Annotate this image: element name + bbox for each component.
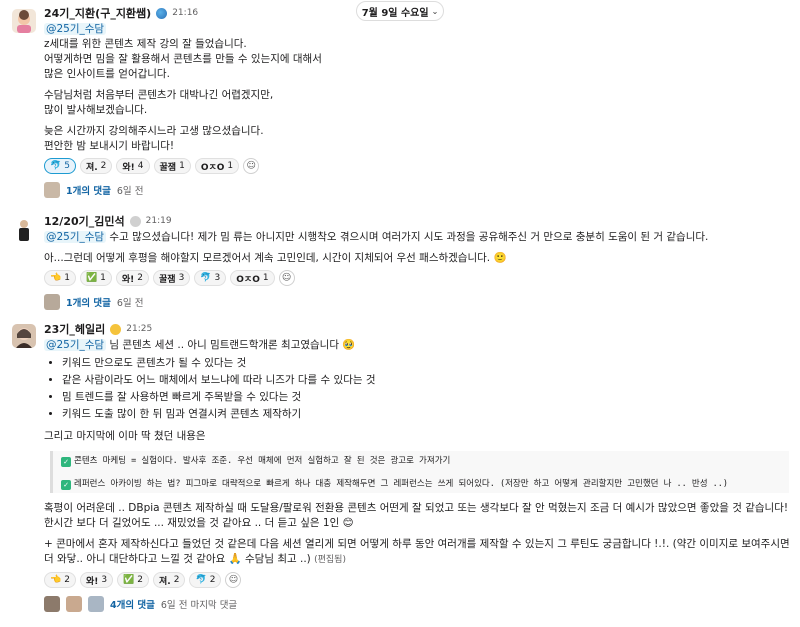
sender-name[interactable]: 12/20기_김민석 [44,213,125,229]
reaction-pill[interactable]: OㅈO 1 [194,158,240,174]
message-time[interactable]: 21:19 [146,216,172,226]
reaction-pill[interactable]: ✅ 1 [79,270,112,286]
reaction-pill[interactable]: 🐬 2 [189,572,222,588]
reaction-bar: 👈 1 ✅ 1 와! 2 꿀잼 3 🐬 3 OㅈO 1 ☺ [44,270,792,287]
avatar [66,596,82,612]
globe-icon [156,7,168,19]
status-icon [129,215,141,227]
add-reaction-icon[interactable]: ☺ [243,158,260,174]
message-text: 그리고 마지막에 이마 딱 쳤던 내용은 [44,430,206,442]
avatar[interactable] [12,324,36,348]
message-text: 수고 많으셨습니다! 제가 밈 류는 아니지만 시행착오 겪으시며 여러가지 시… [106,231,709,243]
reaction-pill[interactable]: 져. 2 [79,158,113,174]
reply-time: 6일 전 마지막 댓글 [160,600,238,611]
avatar[interactable] [12,9,36,33]
avatar[interactable] [12,217,36,241]
message-text: 더 와닿.. 아니 대단하다고 느낄 것 같아요 🙏 수담님 최고 ..) [44,553,311,565]
edited-label: (편집됨) [314,555,346,565]
reaction-pill[interactable]: ✅ 2 [117,572,150,588]
thread-replies[interactable]: 1개의 댓글 6일 전 [44,293,792,311]
reaction-bar: 🐬 5 져. 2 와! 4 꿀잼 1 OㅈO 1 ☺ [44,158,792,175]
reply-time: 6일 전 [116,298,144,309]
smile-status-icon [110,323,122,335]
list-item: 같은 사람이라도 어느 매체에서 보느냐에 따라 니즈가 다를 수 있다는 것 [62,372,792,389]
mention[interactable]: @25기_수담 [44,23,107,35]
reaction-bar: 👈 2 와! 3 ✅ 2 져. 2 🐬 2 ☺ [44,572,792,589]
reply-count[interactable]: 4개의 댓글 [110,597,155,611]
quote-line: 레퍼런스 아카이빙 하는 법? 피그마로 대략적으로 빠르게 하나 대충 제작해… [74,479,729,489]
message-text: 많이 발사해보겠습니다. [44,104,148,116]
sender-name[interactable]: 23기_헤일리 [44,321,105,337]
reaction-pill[interactable]: 져. 2 [153,572,186,588]
message-text: 아...그런데 어떻게 후평을 해야할지 모르겠어서 계속 고민인데, 시간이 … [44,252,507,264]
message-time[interactable]: 21:25 [126,324,152,334]
reply-time: 6일 전 [116,186,144,197]
code-block: ✓ 콘텐츠 마케팅 = 실험이다. 발사후 조준. 우선 매체에 먼저 실험하고 … [50,451,789,493]
message-text: z세대를 위한 콘텐츠 제작 강의 잘 들었습니다. [44,38,247,50]
reply-count[interactable]: 1개의 댓글 [66,183,111,197]
reaction-pill[interactable]: 🐬 5 [44,158,76,174]
message-text: 혹평이 어려운데 .. DBpia 콘텐츠 제작하실 때 도달용/팔로워 전환용… [44,502,789,514]
add-reaction-icon[interactable]: ☺ [225,572,242,588]
list-item: 키워드 만으로도 콘텐츠가 될 수 있다는 것 [62,355,792,372]
avatar [44,294,60,310]
message-text: 어떻게하면 밈을 잘 활용해서 콘텐츠를 만들 수 있는지에 대해서 [44,53,322,65]
quote-line: 콘텐츠 마케팅 = 실험이다. 발사후 조준. 우선 매체에 먼저 실험하고 잘… [74,456,451,466]
message-text: 많은 인사이트를 얻어갑니다. [44,68,170,80]
reaction-pill[interactable]: 꿀잼 3 [153,270,191,286]
reaction-pill[interactable]: OㅈO 1 [230,270,275,286]
message-text: 님 콘텐츠 세션 .. 아니 밈트랜드학개론 최고였습니다 🥹 [106,339,356,351]
message-text: 수담님처럼 처음부터 콘텐츠가 대박나긴 어렵겠지만, [44,89,274,101]
reaction-pill[interactable]: 와! 4 [116,158,150,174]
message-text: 늦은 시간까지 강의해주시느라 고생 많으셨습니다. [44,125,264,137]
list-item: 밈 트렌드를 잘 사용하면 빠르게 주목받을 수 있다는 것 [62,389,792,406]
check-icon: ✓ [61,480,71,490]
thread-replies[interactable]: 1개의 댓글 6일 전 [44,181,792,199]
avatar [44,596,60,612]
bullet-list: 키워드 만으로도 콘텐츠가 될 수 있다는 것 같은 사람이라도 어느 매체에서… [44,355,792,423]
mention[interactable]: @25기_수담 [44,339,107,351]
list-item: 키워드 도출 많이 한 뒤 밈과 연결시켜 콘텐츠 제작하기 [62,406,792,423]
add-reaction-icon[interactable]: ☺ [278,270,295,286]
reaction-pill[interactable]: 👈 1 [44,270,76,286]
message-time[interactable]: 21:16 [172,8,198,18]
thread-replies[interactable]: 4개의 댓글 6일 전 마지막 댓글 [44,595,792,613]
reaction-pill[interactable]: 와! 2 [115,270,150,286]
reaction-pill[interactable]: 🐬 3 [194,270,227,286]
reaction-pill[interactable]: 👈 2 [44,572,76,588]
reply-count[interactable]: 1개의 댓글 [66,295,111,309]
avatar [44,182,60,198]
message-text: 한시간 보다 더 길었어도 ... 재밌었을 것 같아요 .. 더 듣고 싶은 … [44,517,354,529]
message-text: 편안한 밤 보내시기 바랍니다! [44,140,175,152]
reaction-pill[interactable]: 와! 3 [79,572,114,588]
reaction-pill[interactable]: 꿀잼 1 [153,158,191,174]
sender-name[interactable]: 24기_지환(구_지환쌤) [44,5,151,21]
check-icon: ✓ [61,457,71,467]
mention[interactable]: @25기_수담 [44,231,107,243]
avatar [88,596,104,612]
message-text: + 콘마에서 혼자 제작하신다고 들었던 것 같은데 다음 세션 열리게 되면 … [44,538,790,550]
